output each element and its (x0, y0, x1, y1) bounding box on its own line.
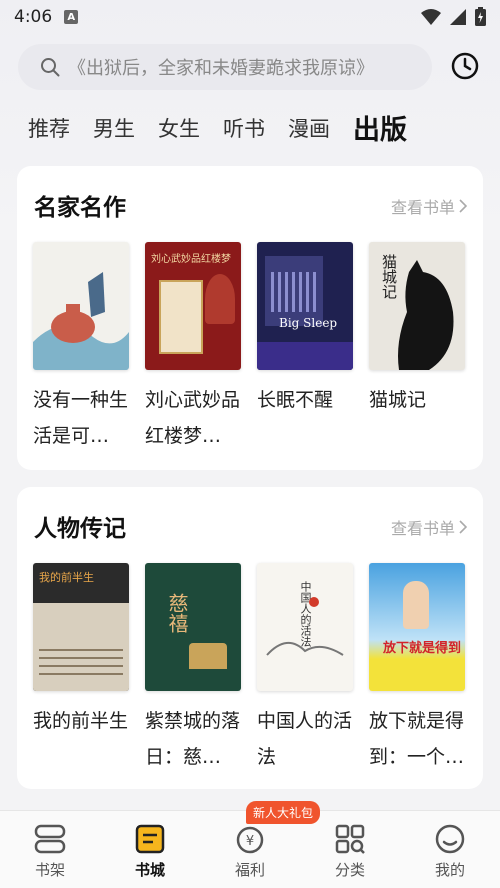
tab-recommend[interactable]: 推荐 (28, 113, 70, 143)
bookstore-icon (135, 824, 165, 854)
battery-icon (475, 7, 486, 26)
book-title: 紫禁城的落日：慈… (145, 710, 241, 768)
search-input[interactable]: 《出狱后，全家和未婚妻跪求我原谅》 (18, 44, 432, 90)
book-item[interactable]: 没有一种生活是可… (33, 242, 129, 454)
nav-bookshelf[interactable]: 书架 (0, 811, 100, 888)
status-bar: 4:06 A (0, 0, 500, 34)
book-cover: 我的前半生 (33, 563, 129, 691)
cover-title: 慈禧 (165, 593, 189, 633)
tab-comics[interactable]: 漫画 (288, 113, 330, 143)
book-title: 长眠不醒 (257, 389, 334, 411)
category-tabs: 推荐 男生 女生 听书 漫画 出版 (28, 108, 430, 147)
search-icon (41, 58, 60, 77)
cover-title: 我的前半生 (39, 571, 94, 584)
book-cover (33, 242, 129, 370)
book-item[interactable]: 刘心武妙品红楼梦 刘心武妙品红楼梦… (145, 242, 241, 454)
svg-text:¥: ¥ (246, 834, 254, 849)
nav-profile[interactable]: 我的 (400, 811, 500, 888)
section-biography: 人物传记 查看书单 我的前半生 我的前半生 慈禧 紫禁城的落日：慈… 中国人的活… (17, 487, 483, 789)
book-title: 放下就是得到：一个… (369, 710, 465, 768)
tab-audiobook[interactable]: 听书 (223, 113, 265, 143)
nav-label: 书架 (34, 861, 65, 879)
book-cover: 慈禧 (145, 563, 241, 691)
section-famous-works: 名家名作 查看书单 没有一种生活是可… 刘心武妙品红楼梦 刘心武妙品红楼梦… B… (17, 166, 483, 470)
book-item[interactable]: 我的前半生 我的前半生 (33, 563, 129, 775)
chevron-right-icon (459, 520, 467, 534)
cover-title: 刘心武妙品红楼梦 (151, 254, 231, 265)
bookshelf-icon (34, 824, 66, 854)
smile-profile-icon (435, 824, 465, 854)
view-list-label: 查看书单 (390, 519, 455, 538)
book-title: 猫城记 (369, 389, 427, 411)
book-item[interactable]: 慈禧 紫禁城的落日：慈… (145, 563, 241, 775)
section-title: 人物传记 (34, 516, 126, 542)
book-cover: 猫城记 (369, 242, 465, 370)
wifi-icon (421, 8, 441, 25)
book-title: 刘心武妙品红楼梦… (145, 389, 241, 447)
book-title: 中国人的活法 (257, 710, 353, 768)
view-list-label: 查看书单 (390, 198, 455, 217)
book-title: 我的前半生 (33, 710, 129, 732)
nav-welfare[interactable]: 新人大礼包 ¥ 福利 (200, 801, 321, 888)
book-item[interactable]: 猫城记 猫城记 (369, 242, 465, 454)
book-item[interactable]: 中国人的活法 中国人的活法 (257, 563, 353, 775)
signal-icon (450, 8, 466, 25)
book-cover: Big Sleep (257, 242, 353, 370)
tab-female[interactable]: 女生 (158, 113, 200, 143)
cover-title: 放下就是得到 (383, 641, 462, 656)
notification-icon: A (64, 10, 79, 24)
bottom-navigation: 书架 书城 新人大礼包 ¥ 福利 分类 我的 (0, 801, 500, 888)
nav-category[interactable]: 分类 (300, 811, 400, 888)
book-item[interactable]: Big Sleep 长眠不醒 (257, 242, 353, 454)
section-title: 名家名作 (34, 195, 126, 221)
book-cover: 中国人的活法 (257, 563, 353, 691)
book-title: 没有一种生活是可… (33, 389, 129, 447)
book-item[interactable]: 放下就是得到 放下就是得到：一个… (369, 563, 465, 775)
nav-label: 书城 (134, 861, 165, 879)
tab-male[interactable]: 男生 (93, 113, 135, 143)
chevron-right-icon (459, 199, 467, 213)
book-cover: 刘心武妙品红楼梦 (145, 242, 241, 370)
view-list-button[interactable]: 查看书单 (391, 515, 467, 539)
nav-label: 分类 (334, 861, 365, 879)
status-time: 4:06 (14, 7, 53, 27)
history-clock-icon[interactable] (450, 51, 480, 81)
view-list-button[interactable]: 查看书单 (391, 194, 467, 218)
book-cover: 放下就是得到 (369, 563, 465, 691)
tab-publishing[interactable]: 出版 (353, 108, 407, 147)
cover-title: Big Sleep (279, 316, 338, 330)
nav-label: 我的 (434, 861, 465, 879)
category-grid-icon (335, 824, 365, 854)
nav-bookstore[interactable]: 书城 (100, 811, 200, 888)
coin-icon: ¥ (236, 826, 264, 854)
search-placeholder: 《出狱后，全家和未婚妻跪求我原谅》 (68, 58, 374, 79)
nav-label: 福利 (234, 861, 265, 879)
